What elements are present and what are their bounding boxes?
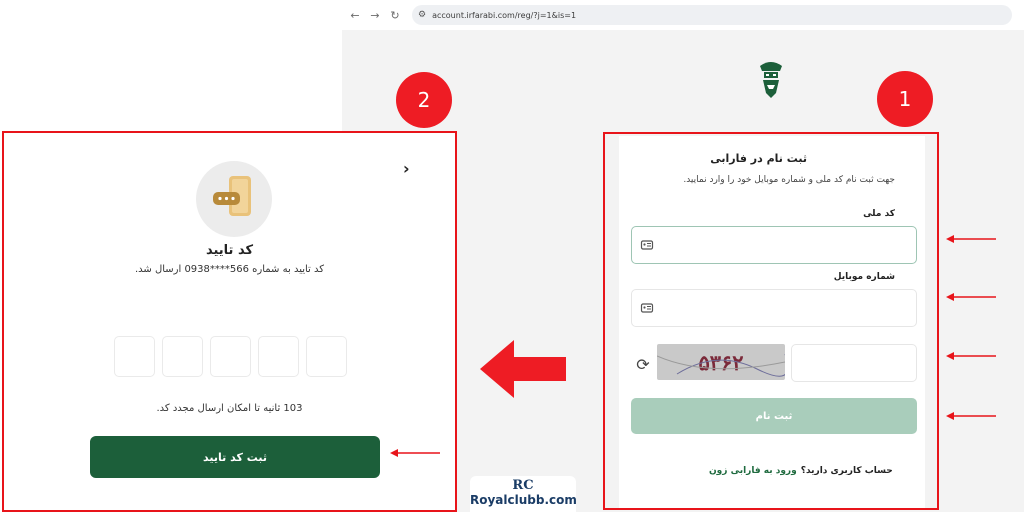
verification-subtitle: کد تایید به شماره 566****0938 ارسال شد. (134, 264, 325, 275)
screenshot-canvas: ← → ↻ ⚙ account.irfarabi.com/reg/?j=1&is… (0, 0, 1024, 512)
reload-icon[interactable]: ↻ (388, 9, 402, 22)
captcha-noise (657, 354, 785, 377)
royalclubb-watermark: RC Royalclubb.com (470, 476, 577, 512)
registration-highlight-box: ثبت نام در فارابی جهت ثبت نام کد ملی و ش… (603, 132, 939, 510)
national-id-label: کد ملی (863, 209, 895, 219)
id-card-icon (640, 303, 654, 313)
chevron-right-icon[interactable]: › (403, 159, 417, 178)
mobile-field[interactable] (631, 289, 917, 327)
id-card-icon (640, 240, 654, 250)
farabi-logo-icon (760, 62, 782, 98)
phone-sms-icon (196, 161, 272, 237)
url-text: account.irfarabi.com/reg/?j=1&is=1 (432, 10, 577, 20)
otp-digit-input[interactable] (210, 336, 251, 377)
registration-form: ثبت نام در فارابی جهت ثبت نام کد ملی و ش… (619, 136, 925, 508)
step-one-badge: 1 (877, 71, 933, 127)
watermark-text: Royalclubb.com (470, 493, 577, 507)
resend-timer: 103 ثانیه تا امکان ارسال مجدد کد. (156, 403, 303, 414)
otp-digit-input[interactable] (162, 336, 203, 377)
registration-subtitle: جهت ثبت نام کد ملی و شماره موبایل خود را… (683, 175, 895, 185)
registration-title: ثبت نام در فارابی (710, 152, 807, 165)
login-prompt: حساب کاربری دارید؟ ورود به فارابی زون (709, 466, 893, 476)
address-bar[interactable]: ⚙ account.irfarabi.com/reg/?j=1&is=1 (412, 5, 1012, 25)
submit-code-button[interactable]: ثبت کد تایید (90, 436, 380, 478)
flow-arrow-icon (480, 340, 566, 398)
annotation-arrow-icon (946, 235, 996, 243)
national-id-input[interactable] (660, 231, 910, 259)
captcha-input[interactable] (792, 345, 916, 381)
site-settings-icon[interactable]: ⚙ (418, 10, 426, 20)
mobile-input[interactable] (660, 294, 910, 322)
refresh-captcha-icon[interactable]: ⟳ (633, 354, 653, 374)
account-question: حساب کاربری دارید؟ (800, 466, 893, 476)
otp-digit-input[interactable] (114, 336, 155, 377)
annotation-arrow-icon (390, 449, 440, 457)
annotation-arrow-icon (946, 412, 996, 420)
verification-highlight-box: › کد تایید کد تایید به شماره 566****0938… (2, 131, 457, 512)
mobile-label: شماره موبایل (833, 272, 895, 282)
annotation-arrow-icon (946, 352, 996, 360)
watermark-mark: RC (512, 478, 534, 493)
verification-title: کد تایید (205, 243, 254, 258)
captcha-image: ۵۳۶۲ (657, 344, 785, 380)
login-link[interactable]: ورود به فارابی زون (709, 466, 797, 476)
step-two-badge: 2 (396, 72, 452, 128)
browser-toolbar: ← → ↻ ⚙ account.irfarabi.com/reg/?j=1&is… (342, 0, 1024, 30)
otp-inputs (114, 336, 347, 377)
back-arrow-icon[interactable]: ← (348, 9, 362, 22)
forward-arrow-icon[interactable]: → (368, 9, 382, 22)
national-id-field[interactable] (631, 226, 917, 264)
otp-digit-input[interactable] (258, 336, 299, 377)
register-button[interactable]: ثبت نام (631, 398, 917, 434)
otp-digit-input[interactable] (306, 336, 347, 377)
captcha-field[interactable] (791, 344, 917, 382)
annotation-arrow-icon (946, 293, 996, 301)
